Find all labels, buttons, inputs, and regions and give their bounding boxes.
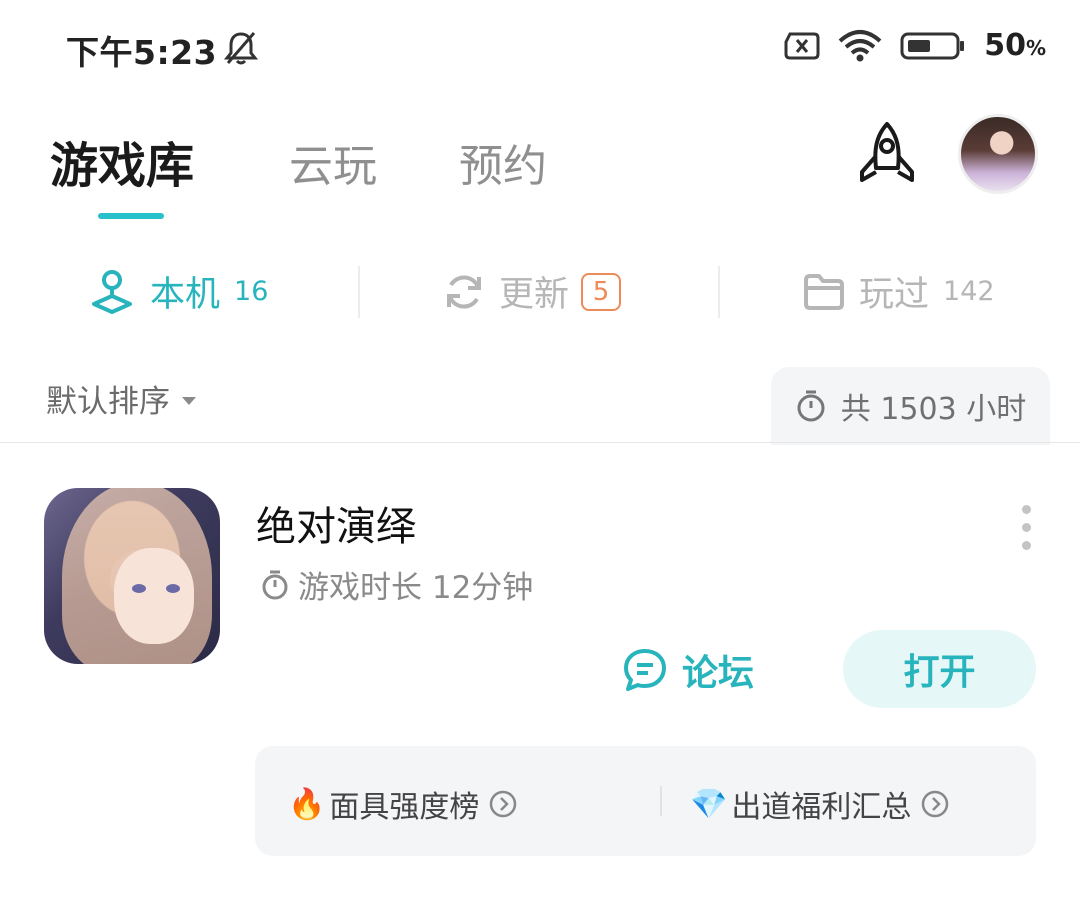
battery-percent: 50%	[984, 28, 1046, 63]
updates-count-badge: 5	[581, 272, 622, 311]
sort-label: 默认排序	[46, 384, 170, 420]
no-sim-icon	[784, 32, 820, 59]
joystick-icon	[92, 269, 132, 314]
subtab-divider	[358, 266, 360, 318]
link-debut-benefits[interactable]: 💎 出道福利汇总	[690, 782, 949, 826]
stopwatch-icon	[262, 570, 288, 599]
caret-down-icon	[182, 396, 196, 405]
chevron-right-circle-icon	[922, 790, 949, 818]
stopwatch-icon	[797, 390, 825, 422]
link-mask-ranking[interactable]: 🔥 面具强度榜	[288, 782, 517, 826]
forum-button[interactable]: 论坛	[622, 644, 754, 696]
chevron-right-circle-icon	[490, 790, 517, 818]
subtab-updates[interactable]: 更新 5	[443, 266, 622, 317]
folder-icon	[804, 273, 844, 310]
subtab-divider	[718, 266, 720, 318]
sort-dropdown[interactable]: 默认排序	[46, 376, 196, 421]
rocket-icon[interactable]	[852, 120, 922, 190]
tab-reservation[interactable]: 预约	[459, 130, 547, 194]
forum-label: 论坛	[682, 653, 755, 694]
more-options-icon[interactable]	[1018, 505, 1034, 550]
subtab-updates-label: 更新	[499, 275, 570, 315]
total-playtime: 共 1503 小时	[771, 367, 1050, 445]
tab-cloud-play[interactable]: 云玩	[289, 130, 377, 194]
section-divider	[0, 442, 1080, 443]
game-title[interactable]: 绝对演绎	[256, 494, 416, 552]
subtab-local-label: 本机	[150, 275, 221, 315]
game-icon[interactable]	[44, 488, 220, 664]
wifi-icon	[838, 29, 882, 61]
refresh-icon	[447, 274, 481, 309]
fire-icon: 🔥	[288, 786, 326, 822]
link-debut-benefits-label: 出道福利汇总	[731, 790, 912, 825]
open-game-button[interactable]: 打开	[843, 630, 1036, 708]
game-playtime: 游戏时长 12分钟	[260, 562, 533, 607]
chat-bubble-icon	[624, 649, 666, 691]
subtab-played-label: 玩过	[859, 275, 930, 315]
game-playtime-text: 游戏时长 12分钟	[298, 570, 534, 606]
tab-library[interactable]: 游戏库	[50, 126, 194, 196]
links-divider	[660, 786, 662, 816]
diamond-icon: 💎	[690, 786, 728, 822]
status-time: 下午5:23	[66, 33, 218, 72]
link-mask-ranking-label: 面具强度榜	[329, 790, 480, 825]
active-tab-indicator	[98, 213, 164, 219]
subtab-local-count: 16	[234, 276, 269, 307]
mute-bell-icon	[224, 32, 258, 65]
subtab-played[interactable]: 玩过 142	[803, 266, 995, 317]
user-avatar[interactable]	[958, 114, 1038, 194]
subtab-played-count: 142	[943, 276, 995, 307]
battery-icon	[900, 32, 965, 59]
subtab-local[interactable]: 本机 16	[88, 266, 268, 317]
status-icons: 50%	[784, 28, 1046, 63]
total-playtime-text: 共 1503 小时	[840, 392, 1027, 427]
